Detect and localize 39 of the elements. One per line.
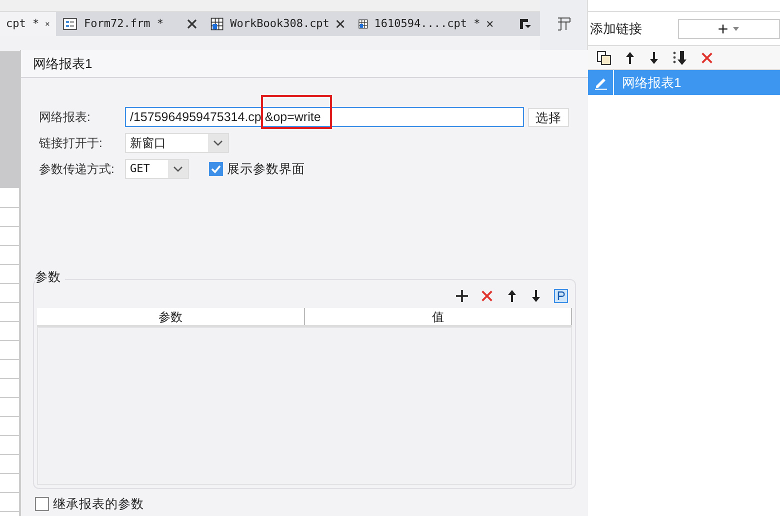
column-header: 值 bbox=[304, 308, 572, 325]
copy-icon[interactable] bbox=[596, 50, 612, 66]
parameter-icon[interactable] bbox=[554, 289, 568, 303]
document-tab[interactable]: cpt * bbox=[0, 12, 56, 36]
move-to-bottom-icon[interactable] bbox=[672, 50, 688, 66]
highlight-frame bbox=[261, 95, 332, 129]
show-params-checkbox[interactable] bbox=[209, 162, 223, 176]
form-icon bbox=[62, 16, 78, 32]
column-header: 参数 bbox=[37, 308, 304, 325]
grid-file-icon bbox=[210, 16, 224, 32]
inherit-params-checkbox[interactable] bbox=[35, 497, 49, 512]
link-name: 网络报表1 bbox=[621, 74, 682, 92]
report-path-field[interactable]: /1575964959475314.cp &op=write bbox=[125, 107, 524, 127]
close-icon[interactable] bbox=[486, 18, 494, 30]
group-legend: 参数 bbox=[35, 271, 65, 284]
add-link-label: 添加链接 bbox=[590, 20, 642, 38]
move-up-icon[interactable] bbox=[506, 289, 518, 303]
checkbox-label: 展示参数界面 bbox=[227, 160, 305, 178]
delete-icon[interactable] bbox=[480, 289, 494, 303]
delete-icon[interactable] bbox=[700, 50, 714, 64]
dialog-title: 网络报表1 bbox=[33, 54, 92, 73]
pencil-icon bbox=[594, 76, 608, 90]
open-in-dropdown[interactable]: 新窗口 bbox=[125, 133, 229, 153]
method-dropdown[interactable]: GET bbox=[125, 159, 189, 179]
move-down-icon[interactable] bbox=[530, 289, 542, 303]
select-button[interactable]: 选择 bbox=[528, 108, 569, 126]
close-icon[interactable] bbox=[335, 18, 346, 30]
field-label: 网络报表: bbox=[38, 109, 92, 126]
move-down-icon[interactable] bbox=[648, 50, 660, 64]
caret-icon bbox=[732, 24, 740, 32]
add-link-button[interactable]: + bbox=[678, 18, 780, 38]
field-label: 参数传递方式: bbox=[38, 161, 116, 178]
close-icon[interactable] bbox=[186, 18, 198, 30]
grid-layout-icon[interactable] bbox=[556, 16, 572, 32]
checkbox-label: 继承报表的参数 bbox=[53, 496, 144, 513]
field-label: 链接打开于: bbox=[38, 135, 104, 152]
move-up-icon[interactable] bbox=[624, 50, 636, 64]
tab-list-icon[interactable] bbox=[518, 17, 532, 31]
add-icon[interactable] bbox=[456, 290, 468, 302]
